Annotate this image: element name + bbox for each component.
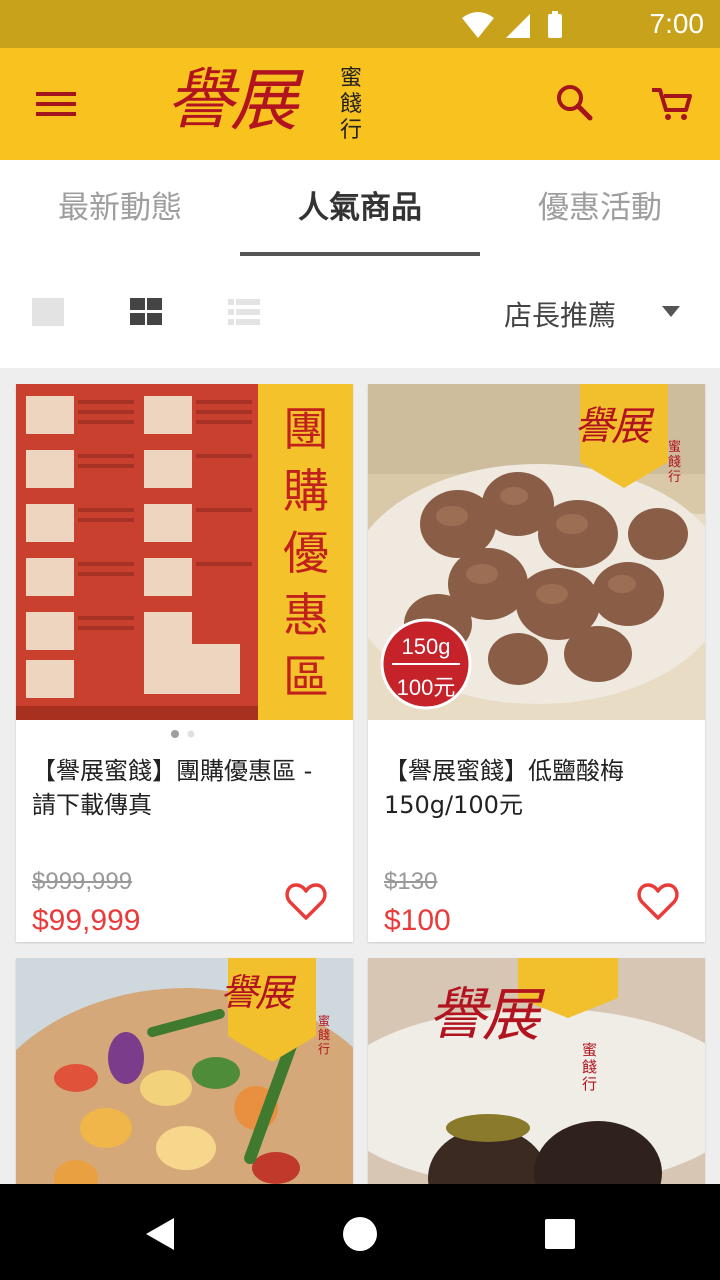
logo-side-text: 蜜餞行 [339,66,362,143]
product-card[interactable]: 團購優惠區 【譽展蜜餞】團購優惠區 - 請下載傳真 $999,999 $99,9… [16,384,353,942]
image-logo-main: 譽展 [574,404,651,450]
single-view-icon[interactable] [30,296,66,328]
original-price: $130 [384,868,438,895]
image-logo-main: 譽展 [428,981,540,1049]
flyer-headline: 團購優惠區 [283,402,329,704]
app-bar: 譽展 蜜餞行 [0,48,720,160]
image-logo-side: 蜜餞行 [318,1014,331,1056]
image-logo-side: 蜜餞行 [668,440,682,485]
product-image[interactable]: 譽展 蜜餞行 [16,958,353,1184]
logo-main-text: 譽展 [166,62,298,141]
tab-popular-products[interactable]: 人氣商品 [240,160,480,256]
product-grid: 團購優惠區 【譽展蜜餞】團購優惠區 - 請下載傳真 $999,999 $99,9… [0,368,720,1184]
price-badge-weight: 150g [401,634,451,659]
back-icon[interactable] [140,1214,180,1254]
carousel-indicator [171,730,195,738]
product-card[interactable]: 譽展 蜜餞行 [368,958,705,1184]
search-icon[interactable] [554,82,594,122]
sale-price: $99,999 [32,904,141,937]
menu-icon[interactable] [28,80,84,128]
recents-icon[interactable] [542,1216,578,1252]
sort-dropdown[interactable]: 店長推薦 [504,294,616,334]
grid-view-icon[interactable] [128,296,164,328]
tab-promotions[interactable]: 優惠活動 [480,160,720,256]
product-card[interactable]: 譽展 蜜餞行 [16,958,353,1184]
home-icon[interactable] [340,1214,380,1254]
category-tabs: 最新動態 人氣商品 優惠活動 [0,160,720,256]
sale-price: $100 [384,904,451,937]
vegetable-chips-image [16,958,353,1184]
product-image[interactable]: 團購優惠區 [16,384,353,720]
product-title[interactable]: 【譽展蜜餞】低鹽酸梅 150g/100元 [384,754,694,822]
status-bar: 7:00 [0,0,720,48]
image-logo-main: 譽展 [220,971,293,1015]
view-toolbar: 店長推薦 [0,256,720,368]
dropdown-arrow-icon[interactable] [662,306,680,317]
favorite-heart-icon[interactable] [636,880,680,924]
dried-plum-image [368,958,705,1184]
product-title[interactable]: 【譽展蜜餞】團購優惠區 - 請下載傳真 [32,754,342,822]
system-nav-bar [0,1184,720,1280]
original-price: $999,999 [32,868,133,895]
product-image[interactable]: 譽展 蜜餞行 150g 100元 [368,384,705,720]
status-time: 7:00 [649,8,705,39]
status-icons [462,11,562,38]
product-image[interactable]: 譽展 蜜餞行 [368,958,705,1184]
tab-latest-news[interactable]: 最新動態 [0,160,240,256]
brand-logo: 譽展 蜜餞行 [166,60,376,148]
product-card[interactable]: 譽展 蜜餞行 150g 100元 【譽展蜜餞】低鹽酸梅 150g/100元 $1… [368,384,705,942]
favorite-heart-icon[interactable] [284,880,328,924]
signal-icon [506,14,530,38]
price-badge-price: 100元 [396,675,456,700]
battery-icon [548,11,562,38]
list-view-icon[interactable] [226,296,262,328]
wifi-icon [462,12,494,38]
image-logo-side: 蜜餞行 [582,1041,598,1093]
cart-icon[interactable] [650,82,694,122]
